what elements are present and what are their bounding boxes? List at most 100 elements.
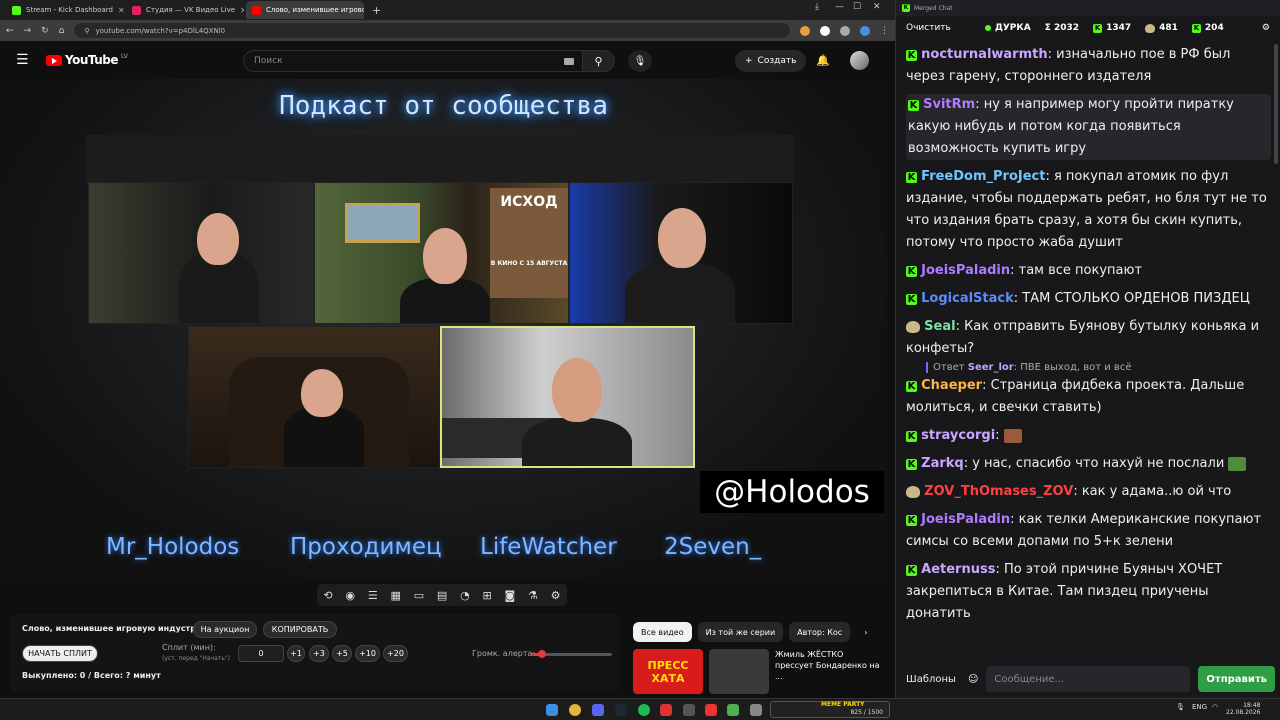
increment-button[interactable]: +3 (309, 645, 329, 662)
camera-icon[interactable]: ◙ (505, 589, 516, 602)
extension-icon[interactable] (820, 25, 830, 36)
chat-username[interactable]: nocturnalwarmth (921, 47, 1047, 62)
steam-icon[interactable] (615, 704, 627, 716)
chat-username[interactable]: Aeternuss (921, 562, 995, 577)
copy-button[interactable]: КОПИРОВАТЬ (263, 621, 337, 638)
chevron-right-icon[interactable]: › (856, 622, 875, 642)
create-button[interactable]: + Создать (735, 50, 807, 72)
tab-youtube-video[interactable]: Слово, изменившее игрово ✕ (246, 1, 364, 19)
search-input[interactable]: Поиск (243, 50, 583, 72)
windows-start-icon[interactable] (546, 704, 558, 716)
site-info-icon[interactable]: ⚲ (84, 27, 89, 35)
speed-icon[interactable]: ◔ (460, 589, 470, 602)
chat-username[interactable]: Zarkq (921, 456, 964, 471)
new-tab-icon[interactable]: + (372, 4, 381, 17)
meme-party-widget[interactable]: MEME PARTY 825 / 1500 (770, 701, 890, 718)
flask-icon[interactable]: ⚗ (528, 589, 538, 602)
clapper-icon[interactable]: ▦ (390, 589, 400, 602)
chat-username[interactable]: SvitRm (923, 97, 975, 112)
mic-icon: 🎙 (633, 55, 647, 67)
tab-kick-dashboard[interactable]: Stream - Kick Dashboard ✕ (6, 1, 124, 19)
maximize-icon[interactable]: ☐ (853, 2, 861, 12)
templates-button[interactable]: Шаблоны (902, 674, 960, 685)
app-icon[interactable] (683, 704, 695, 716)
clear-button[interactable]: Очистить (906, 23, 951, 33)
chat-username[interactable]: FreeDom_ProJect (921, 169, 1045, 184)
menu-icon[interactable]: ☰ (16, 52, 36, 68)
video-thumbnail-photo[interactable] (709, 649, 769, 694)
close-window-icon[interactable]: ✕ (873, 2, 881, 12)
broadcast-icon[interactable]: ◉ (345, 589, 355, 602)
extension-icon[interactable] (840, 25, 850, 36)
discord-icon[interactable] (592, 704, 604, 716)
chat-username[interactable]: Seal (924, 319, 955, 334)
increment-button[interactable]: +5 (332, 645, 352, 662)
recommended-video-title[interactable]: Жмиль ЖЁСТКО прессует Бондаренко на ... (775, 649, 880, 694)
chat-titlebar: K Merged Chat (896, 0, 1280, 16)
subtitles-icon[interactable]: ▤ (437, 589, 447, 602)
search-button[interactable]: ⚲ (583, 50, 615, 72)
notifications-bell-icon[interactable]: 🔔 (816, 54, 830, 67)
send-button[interactable]: Отправить (1198, 666, 1275, 692)
mic-icon[interactable]: 🎙 (1176, 703, 1185, 711)
message-placeholder: Сообщение... (994, 673, 1065, 685)
reload-icon[interactable]: ↻ (41, 26, 49, 36)
chat-username[interactable]: straycorgi (921, 428, 995, 443)
url-field[interactable]: ⚲ youtube.com/watch?v=p4DlL4QXNl0 (74, 23, 790, 38)
menu-dots-icon[interactable]: ⋮ (880, 26, 889, 36)
app-icon[interactable] (705, 704, 717, 716)
download-icon[interactable]: ⤓ (815, 2, 819, 12)
increment-button[interactable]: +10 (355, 645, 380, 662)
gear-icon[interactable]: ⚙ (551, 589, 561, 602)
app-icon[interactable] (727, 704, 739, 716)
participant-name: Mr_Holodos (106, 534, 240, 560)
tab-close-icon[interactable]: ✕ (240, 6, 244, 15)
chip-all-videos[interactable]: Все видео (633, 622, 692, 642)
chat-username[interactable]: LogicalStack (921, 291, 1014, 306)
extension-icon[interactable] (860, 25, 870, 36)
keyboard-icon[interactable] (564, 58, 574, 65)
chat-username[interactable]: Chaeper (921, 378, 982, 393)
chip-same-series[interactable]: Из той же серии (697, 622, 784, 642)
chat-message: K straycorgi: (906, 425, 1271, 447)
youtube-logo[interactable]: YouTube LV (46, 53, 128, 67)
chat-scrollbar[interactable] (1274, 44, 1278, 164)
increment-button[interactable]: +1 (287, 645, 305, 662)
increment-button[interactable]: +20 (383, 645, 408, 662)
forward-icon[interactable]: → (24, 26, 32, 36)
picture-icon[interactable]: ▭ (414, 589, 424, 602)
recommended-video[interactable]: ПРЕСС ХАТА Жмиль ЖЁСТКО прессует Бондаре… (633, 649, 888, 694)
auction-button[interactable]: На аукцион (193, 621, 257, 638)
minimize-icon[interactable]: — (835, 2, 844, 12)
settings-gear-icon[interactable]: ⚙ (1262, 23, 1270, 33)
message-input[interactable]: Сообщение... (986, 666, 1191, 692)
video-thumbnail[interactable]: ПРЕСС ХАТА (633, 649, 703, 694)
spotify-icon[interactable] (638, 704, 650, 716)
voice-search-button[interactable]: 🎙 (628, 50, 652, 72)
avatar[interactable] (850, 51, 869, 70)
clock[interactable]: 18:48 22.08.2026 (1226, 702, 1260, 716)
loop-icon[interactable]: ⟲ (323, 589, 332, 602)
chat-username[interactable]: JoeisPaladin (921, 512, 1010, 527)
alert-volume-knob[interactable] (537, 650, 546, 658)
chat-username[interactable]: ZOV_ThOmases_ZOV (924, 484, 1073, 499)
start-split-button[interactable]: НАЧАТЬ СПЛИТ (22, 645, 98, 662)
alert-volume-slider[interactable] (532, 650, 612, 658)
chat-username[interactable]: JoeisPaladin (921, 263, 1010, 278)
extension-icon[interactable] (800, 25, 810, 36)
tab-vk-studio[interactable]: Студия — VK Видео Live ✕ (126, 1, 244, 19)
tab-close-icon[interactable]: ✕ (118, 6, 124, 15)
wifi-icon[interactable]: ◠ (1212, 703, 1218, 711)
chip-author[interactable]: Автор: Кос (789, 622, 851, 642)
home-icon[interactable]: ⌂ (59, 26, 65, 36)
add-icon[interactable]: ⊞ (483, 589, 492, 602)
back-icon[interactable]: ← (6, 26, 14, 36)
video-player[interactable]: Подкаст от сообщества ИСХОД В КИНО С 15 … (0, 79, 887, 578)
language-indicator[interactable]: ENG (1192, 703, 1207, 711)
app-icon[interactable] (660, 704, 672, 716)
queue-icon[interactable]: ☰ (368, 589, 378, 602)
app-icon[interactable] (750, 704, 762, 716)
emoji-icon[interactable]: ☺ (968, 674, 978, 685)
chrome-icon[interactable] (569, 704, 581, 716)
split-minutes-input[interactable]: 0 (238, 645, 284, 662)
